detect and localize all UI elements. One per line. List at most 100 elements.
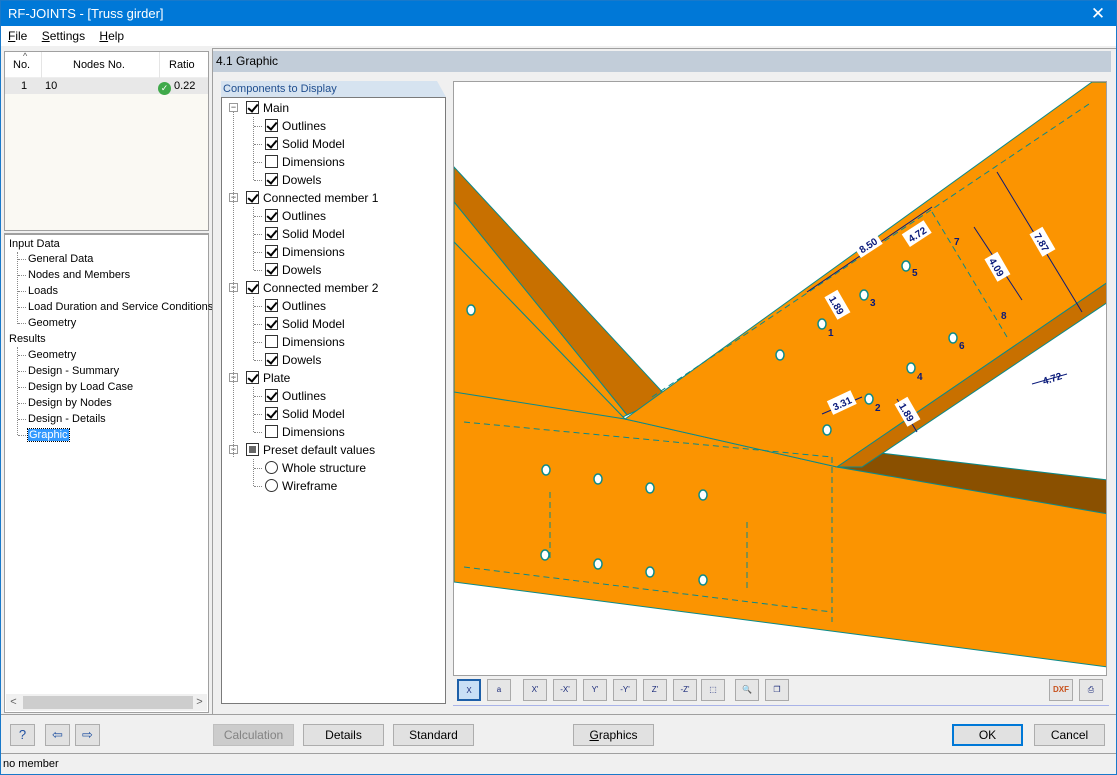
option-dimensions[interactable]: Dimensions — [265, 423, 345, 441]
view-y-button[interactable]: Y' — [583, 679, 607, 701]
tree-line — [18, 371, 26, 372]
tree-item-nodes-and-members[interactable]: Nodes and Members — [28, 268, 130, 283]
tree-group-results[interactable]: Results — [9, 332, 46, 347]
group-preset-default-values[interactable]: Preset default values — [246, 441, 375, 459]
menu-help[interactable]: Help — [95, 26, 128, 46]
radio-whole-structure[interactable]: Whole structure — [265, 459, 366, 477]
view-z-button[interactable]: Z' — [643, 679, 667, 701]
checkbox[interactable] — [265, 155, 278, 168]
group-connected-member-2[interactable]: Connected member 2 — [246, 279, 378, 297]
col-ratio[interactable]: Ratio — [169, 59, 195, 71]
tree-item-design-details[interactable]: Design - Details — [28, 412, 106, 427]
checkbox[interactable] — [265, 227, 278, 240]
option-outlines[interactable]: Outlines — [265, 207, 326, 225]
tree-item-input-geometry[interactable]: Geometry — [28, 316, 76, 331]
group-plate[interactable]: Plate — [246, 369, 290, 387]
tree-item-design-by-load-case[interactable]: Design by Load Case — [28, 380, 133, 395]
show-dimensions-a-button[interactable]: a — [487, 679, 511, 701]
tree-item-results-geometry[interactable]: Geometry — [28, 348, 76, 363]
option-dimensions[interactable]: Dimensions — [265, 333, 345, 351]
checkbox[interactable] — [265, 119, 278, 132]
dxf-export-button[interactable]: DXF — [1049, 679, 1073, 701]
zoom-reset-button[interactable]: 🔍 — [735, 679, 759, 701]
option-solid-model[interactable]: Solid Model — [265, 225, 345, 243]
horizontal-scrollbar[interactable]: < > — [6, 694, 207, 711]
dxf-export-icon: DXF — [1053, 685, 1069, 694]
option-dimensions[interactable]: Dimensions — [265, 243, 345, 261]
checkbox[interactable] — [265, 173, 278, 186]
dowel-label: 6 — [959, 341, 965, 352]
tree-item-graphic[interactable]: Graphic — [27, 428, 70, 443]
checkbox[interactable] — [265, 389, 278, 402]
checkbox[interactable] — [265, 299, 278, 312]
view-minus-y-button[interactable]: -Y' — [613, 679, 637, 701]
option-solid-model[interactable]: Solid Model — [265, 405, 345, 423]
view-x-button[interactable]: X' — [523, 679, 547, 701]
group-connected-member-1[interactable]: Connected member 1 — [246, 189, 378, 207]
checkbox[interactable] — [265, 353, 278, 366]
menu-file[interactable]: File — [4, 26, 31, 46]
details-button[interactable]: Details — [303, 724, 384, 746]
tree-group-input-data[interactable]: Input Data — [9, 237, 60, 252]
checkbox[interactable] — [265, 263, 278, 276]
view-minus-x-button[interactable]: -X' — [553, 679, 577, 701]
checkbox[interactable] — [246, 191, 259, 204]
col-nodes[interactable]: Nodes No. — [73, 59, 125, 71]
tree-item-design-by-nodes[interactable]: Design by Nodes — [28, 396, 112, 411]
previous-button[interactable]: ⇦ — [45, 724, 70, 746]
option-solid-model[interactable]: Solid Model — [265, 315, 345, 333]
option-dowels[interactable]: Dowels — [265, 171, 321, 189]
group-main[interactable]: Main — [246, 99, 289, 117]
checkbox[interactable] — [246, 443, 259, 456]
isometric-button[interactable]: ⬚ — [701, 679, 725, 701]
graphics-button[interactable]: Graphics — [573, 724, 654, 746]
option-dowels[interactable]: Dowels — [265, 261, 321, 279]
transparency-button[interactable]: ❐ — [765, 679, 789, 701]
checkbox[interactable] — [246, 281, 259, 294]
close-icon[interactable]: ✕ — [1080, 1, 1116, 26]
scroll-left-icon[interactable]: < — [6, 694, 21, 711]
print-button[interactable]: ⎙ — [1079, 679, 1103, 701]
scroll-thumb[interactable] — [23, 696, 193, 709]
ok-button[interactable]: OK — [952, 724, 1023, 746]
checkbox[interactable] — [265, 245, 278, 258]
option-outlines[interactable]: Outlines — [265, 297, 326, 315]
collapse-icon[interactable]: − — [229, 103, 238, 112]
view-minus-z-button[interactable]: -Z' — [673, 679, 697, 701]
checkbox[interactable] — [265, 407, 278, 420]
checkbox[interactable] — [246, 371, 259, 384]
checkbox[interactable] — [265, 317, 278, 330]
checkbox[interactable] — [265, 425, 278, 438]
help-button[interactable]: ? — [10, 724, 35, 746]
table-row[interactable]: 1 10 ✓ 0.22 — [5, 78, 208, 95]
option-outlines[interactable]: Outlines — [265, 387, 326, 405]
option-dowels[interactable]: Dowels — [265, 351, 321, 369]
tree-item-design-summary[interactable]: Design - Summary — [28, 364, 119, 379]
cancel-button[interactable]: Cancel — [1034, 724, 1105, 746]
group-label: Preset default values — [263, 443, 376, 457]
option-solid-model[interactable]: Solid Model — [265, 135, 345, 153]
radio-button[interactable] — [265, 461, 278, 474]
radio-button[interactable] — [265, 479, 278, 492]
col-no[interactable]: No. — [13, 59, 30, 71]
calculation-button[interactable]: Calculation — [213, 724, 294, 746]
tree-item-load-duration[interactable]: Load Duration and Service Conditions — [28, 300, 213, 315]
checkbox[interactable] — [246, 101, 259, 114]
tree-item-loads[interactable]: Loads — [28, 284, 58, 299]
checkbox[interactable] — [265, 335, 278, 348]
option-outlines[interactable]: Outlines — [265, 117, 326, 135]
radio-wireframe[interactable]: Wireframe — [265, 477, 337, 495]
scroll-right-icon[interactable]: > — [192, 694, 207, 711]
option-dimensions[interactable]: Dimensions — [265, 153, 345, 171]
graphic-viewport[interactable]: 8.50 4.72 1.89 7.87 4.09 3.31 1.89 4.72 … — [453, 81, 1107, 676]
tree-item-general-data[interactable]: General Data — [28, 252, 93, 267]
dowel-label: 4 — [917, 372, 923, 383]
arrow-right-icon: ⇨ — [82, 727, 93, 742]
show-dimensions-x-button[interactable]: X — [457, 679, 481, 701]
menu-settings[interactable]: Settings — [38, 26, 89, 46]
cell-no: 1 — [21, 80, 28, 92]
next-button[interactable]: ⇨ — [75, 724, 100, 746]
checkbox[interactable] — [265, 137, 278, 150]
checkbox[interactable] — [265, 209, 278, 222]
standard-button[interactable]: Standard — [393, 724, 474, 746]
